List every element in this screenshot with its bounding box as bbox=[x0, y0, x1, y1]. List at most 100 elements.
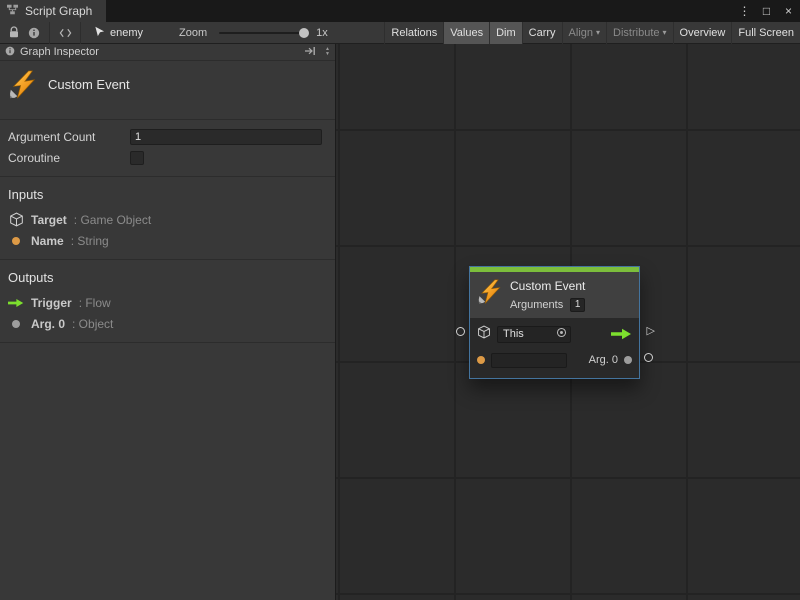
stepper-down-icon[interactable]: ▼ bbox=[325, 52, 330, 57]
node-target-row: This bbox=[477, 324, 632, 344]
arg0-output-port[interactable] bbox=[624, 356, 632, 364]
toolbar-button-overview[interactable]: Overview bbox=[673, 22, 732, 44]
coroutine-row: Coroutine bbox=[0, 147, 335, 168]
button-label: Relations bbox=[391, 27, 437, 39]
object-picker-icon[interactable] bbox=[556, 327, 567, 341]
window-menu-icon[interactable]: ⋮ bbox=[738, 4, 751, 18]
toolbar-button-align[interactable]: Align▾ bbox=[562, 22, 606, 44]
event-title: Custom Event bbox=[48, 77, 130, 92]
zoom-slider[interactable] bbox=[219, 32, 305, 34]
coroutine-checkbox[interactable] bbox=[130, 151, 144, 165]
chevron-down-icon: ▾ bbox=[596, 28, 600, 37]
button-label: Overview bbox=[680, 27, 726, 39]
outputs-heading: Outputs bbox=[0, 266, 335, 292]
cube-icon bbox=[477, 325, 491, 344]
inspector-title: Graph Inspector bbox=[20, 46, 99, 58]
button-label: Distribute bbox=[613, 27, 659, 39]
port-type: : Object bbox=[72, 317, 113, 331]
value-port-icon bbox=[8, 237, 24, 245]
name-input-field[interactable] bbox=[491, 353, 567, 368]
stepper-icon[interactable]: ▲ ▼ bbox=[325, 47, 330, 57]
cube-icon bbox=[8, 212, 24, 227]
name-input-port[interactable] bbox=[477, 356, 485, 364]
button-label: Align bbox=[569, 27, 593, 39]
outputs-section: Outputs Trigger : Flow Arg. 0 : Object bbox=[0, 260, 335, 343]
port-type: : Game Object bbox=[74, 213, 151, 227]
window-controls: ⋮ □ × bbox=[738, 0, 795, 22]
target-port-circle[interactable] bbox=[456, 327, 465, 336]
argument-count-input[interactable]: 1 bbox=[130, 129, 322, 145]
zoom-label: Zoom bbox=[179, 27, 207, 39]
event-title-section: Custom Event bbox=[0, 61, 335, 120]
port-type: : String bbox=[71, 234, 109, 248]
toolbar-separator bbox=[49, 22, 50, 44]
coroutine-label: Coroutine bbox=[8, 151, 130, 165]
arg0-port-circle[interactable] bbox=[644, 353, 653, 362]
value-port-icon bbox=[8, 320, 24, 328]
chevron-down-icon: ▾ bbox=[663, 28, 667, 37]
cursor-icon bbox=[94, 26, 105, 40]
button-label: Full Screen bbox=[738, 27, 794, 39]
inputs-heading: Inputs bbox=[0, 183, 335, 209]
port-name: Name bbox=[31, 234, 64, 248]
toolbar: enemy Zoom 1x Relations Values Dim Carry… bbox=[0, 22, 800, 44]
custom-event-icon bbox=[477, 279, 503, 305]
inputs-section: Inputs Target : Game Object Name : Strin… bbox=[0, 177, 335, 260]
window-close-icon[interactable]: × bbox=[782, 4, 795, 18]
argument-count-row: Argument Count 1 bbox=[0, 126, 335, 147]
port-name: Trigger bbox=[31, 296, 72, 310]
flow-arrow-icon bbox=[8, 298, 24, 308]
graph-name: enemy bbox=[110, 27, 143, 39]
graph-canvas[interactable]: Custom Event Arguments 1 This bbox=[336, 44, 800, 600]
event-fields-section: Argument Count 1 Coroutine bbox=[0, 120, 335, 177]
toolbar-button-values[interactable]: Values bbox=[443, 22, 489, 44]
arg0-label: Arg. 0 bbox=[589, 354, 618, 366]
custom-event-icon bbox=[8, 70, 38, 105]
button-label: Carry bbox=[529, 27, 556, 39]
edit-graph-icon[interactable] bbox=[55, 22, 75, 44]
toolbar-button-full-screen[interactable]: Full Screen bbox=[731, 22, 800, 44]
node-body: This Arg. 0 bbox=[470, 318, 639, 378]
button-label: Values bbox=[450, 27, 483, 39]
script-graph-icon bbox=[6, 4, 19, 18]
port-name: Arg. 0 bbox=[31, 317, 65, 331]
zoom-value: 1x bbox=[316, 27, 328, 39]
target-dropdown[interactable]: This bbox=[497, 326, 571, 343]
port-type: : Flow bbox=[79, 296, 111, 310]
toolbar-button-dim[interactable]: Dim bbox=[489, 22, 522, 44]
custom-event-node[interactable]: Custom Event Arguments 1 This bbox=[469, 266, 640, 379]
argument-count-label: Argument Count bbox=[8, 130, 130, 144]
list-item: Trigger : Flow bbox=[0, 292, 335, 313]
inspector-header: Graph Inspector ▲ ▼ bbox=[0, 44, 335, 61]
port-name: Target bbox=[31, 213, 67, 227]
dock-icon[interactable] bbox=[304, 46, 316, 59]
list-item: Target : Game Object bbox=[0, 209, 335, 230]
graph-inspector-panel: Graph Inspector ▲ ▼ Custom Event Argumen… bbox=[0, 44, 336, 600]
flow-port-triangle[interactable]: ▷ bbox=[647, 326, 655, 337]
flow-arrow-icon[interactable] bbox=[611, 328, 632, 340]
toolbar-button-distribute[interactable]: Distribute ▾ bbox=[606, 22, 672, 44]
toolbar-separator bbox=[80, 22, 81, 44]
zoom-slider-handle[interactable] bbox=[299, 28, 309, 38]
target-dropdown-value: This bbox=[503, 328, 524, 340]
node-title: Custom Event bbox=[510, 279, 585, 293]
node-arguments-row: Arguments 1 bbox=[510, 297, 585, 312]
info-icon bbox=[5, 46, 15, 59]
arguments-count-field[interactable]: 1 bbox=[570, 298, 585, 312]
tab-script-graph[interactable]: Script Graph bbox=[0, 0, 106, 22]
node-frame: Custom Event Arguments 1 This bbox=[469, 266, 640, 379]
toolbar-buttons: Relations Values Dim Carry Align▾ Distri… bbox=[384, 22, 800, 44]
node-header[interactable]: Custom Event Arguments 1 bbox=[470, 272, 639, 318]
toolbar-button-carry[interactable]: Carry bbox=[522, 22, 562, 44]
tab-label: Script Graph bbox=[25, 4, 92, 18]
list-item: Arg. 0 : Object bbox=[0, 313, 335, 334]
node-arg-row: Arg. 0 bbox=[477, 350, 632, 370]
lock-icon[interactable] bbox=[4, 22, 24, 44]
node-title-block: Custom Event Arguments 1 bbox=[510, 279, 585, 312]
inspect-toggle-icon[interactable] bbox=[24, 22, 44, 44]
button-label: Dim bbox=[496, 27, 516, 39]
window-maximize-icon[interactable]: □ bbox=[760, 4, 773, 18]
toolbar-button-relations[interactable]: Relations bbox=[384, 22, 443, 44]
arguments-label: Arguments bbox=[510, 299, 563, 311]
graph-breadcrumb[interactable]: enemy bbox=[86, 26, 151, 40]
